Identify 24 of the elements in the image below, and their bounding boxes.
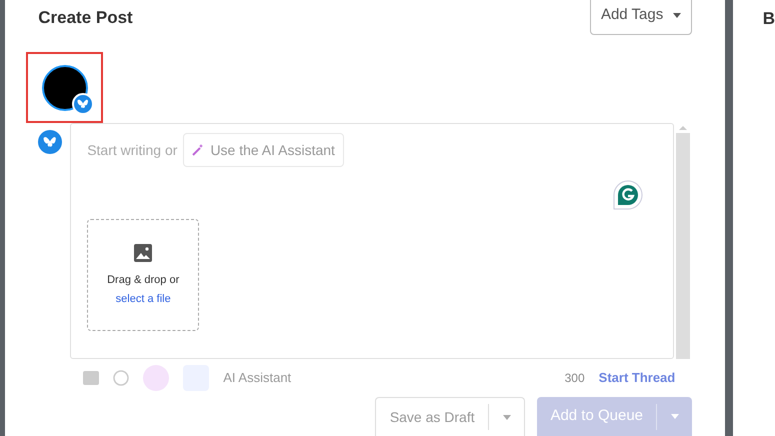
ai-assistant-button[interactable]: Use the AI Assistant (183, 133, 344, 167)
add-tags-button[interactable]: Add Tags (590, 0, 692, 35)
media-drop-zone[interactable]: Drag & drop or select a file (87, 219, 200, 331)
caret-icon (502, 414, 511, 420)
editor-area[interactable]: Start writing or Use the AI Assistant Drag & drop or select a file (70, 123, 674, 359)
character-count: 300 (564, 370, 585, 387)
caret-icon (673, 13, 682, 18)
scrollbar-thumb[interactable] (676, 133, 690, 359)
magic-wand-icon (192, 144, 204, 156)
select-file-link[interactable]: select a file (116, 291, 171, 308)
start-thread-link[interactable]: Start Thread (598, 368, 676, 388)
butterfly-icon (76, 98, 89, 110)
profile-avatar-selection[interactable] (26, 52, 104, 123)
save-draft-button[interactable]: Save as Draft (375, 397, 526, 436)
butterfly-icon (43, 135, 58, 149)
modal-title: Create Post (38, 7, 133, 29)
avatar (42, 64, 88, 110)
grammar-checker-icon[interactable] (613, 180, 644, 210)
editor-prompt: Start writing or (87, 140, 178, 160)
caret-icon (670, 414, 679, 419)
background-heading: B (762, 9, 775, 28)
toolbar-ai-assistant[interactable]: AI Assistant (223, 368, 292, 388)
drop-zone-text: Drag & drop or (107, 272, 180, 288)
emoji-icon (113, 370, 130, 386)
